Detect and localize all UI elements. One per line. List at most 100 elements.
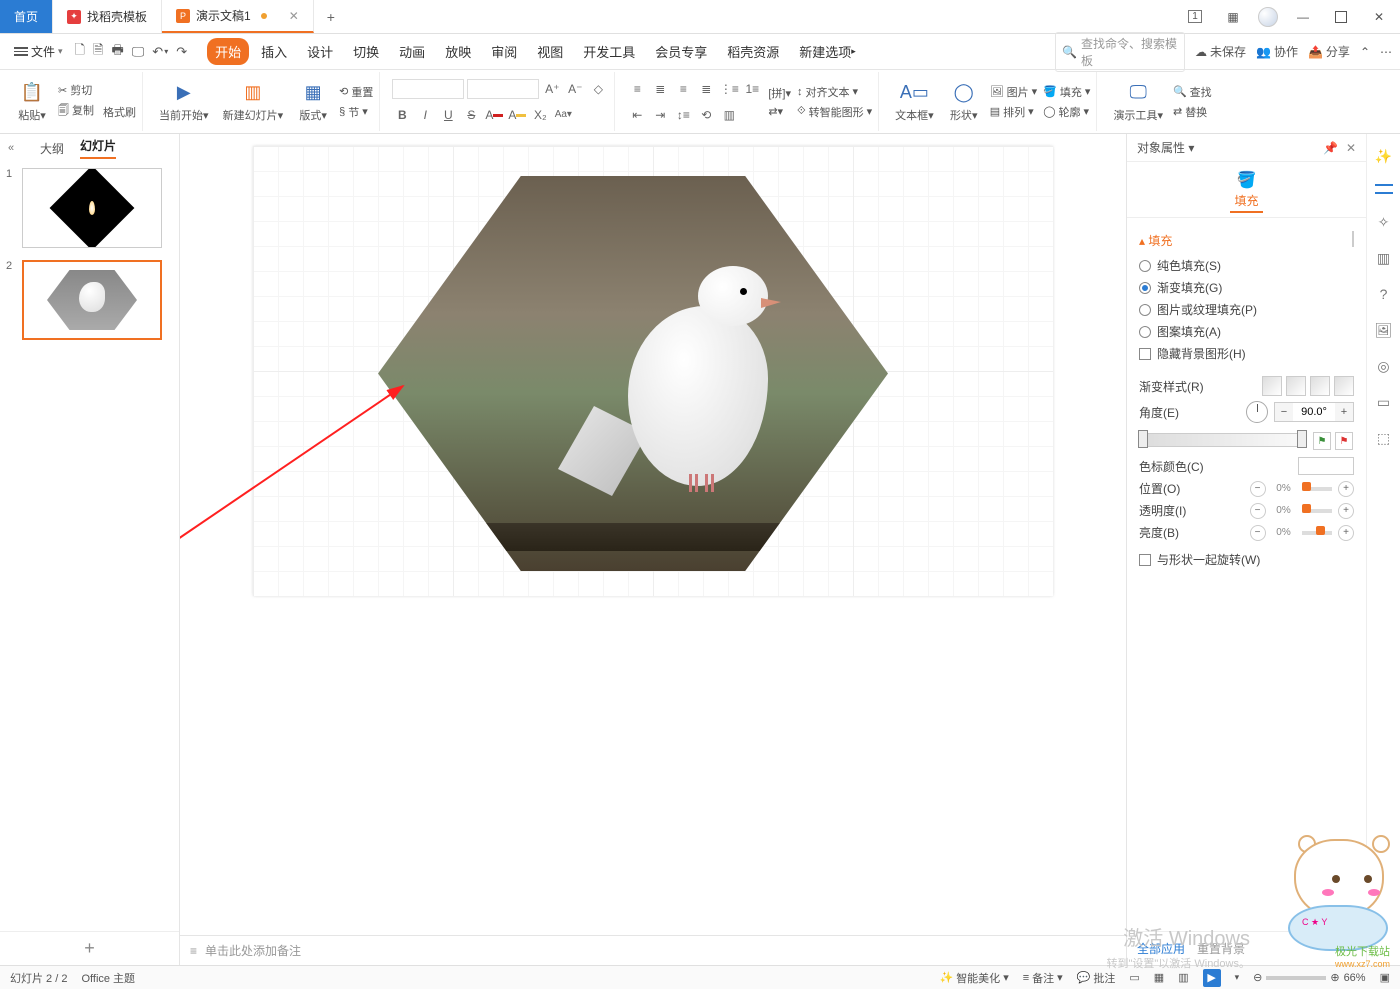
outline-button[interactable]: ◯ 轮廓▾ (1043, 104, 1090, 120)
gradient-stops-bar[interactable]: ⚑ ⚑ (1139, 433, 1306, 447)
bullets-icon[interactable]: ⋮≡ (719, 79, 739, 99)
shapes-button[interactable]: ◯形状▾ (944, 79, 984, 125)
close-pane-icon[interactable]: ✕ (1346, 141, 1356, 155)
textbox-button[interactable]: A▭文本框▾ (891, 79, 938, 125)
print-preview-icon[interactable]: 🖵 (132, 44, 145, 60)
copy-button[interactable]: 🗐 复制 (58, 102, 94, 121)
fill-preview[interactable] (1352, 231, 1354, 247)
menu-devtools[interactable]: 开发工具 (575, 38, 643, 65)
maximize-button[interactable] (1328, 5, 1354, 29)
menu-animation[interactable]: 动画 (391, 38, 433, 65)
layout-button[interactable]: ▦版式▾ (293, 79, 333, 125)
italic-button[interactable]: I (415, 105, 435, 125)
subscript-button[interactable]: X₂ (530, 105, 550, 125)
rail-location-icon[interactable]: ◎ (1374, 356, 1394, 376)
view-reading-icon[interactable]: ▥ (1178, 971, 1188, 984)
fill-section-header[interactable]: ▴ 填充 (1139, 232, 1354, 249)
close-window-button[interactable]: ✕ (1366, 5, 1392, 29)
tab-home[interactable]: 首页 (0, 0, 53, 33)
menu-member[interactable]: 会员专享 (647, 38, 715, 65)
collapse-ribbon-icon[interactable]: ⌃ (1360, 45, 1370, 59)
position-inc[interactable]: + (1338, 481, 1354, 497)
position-slider[interactable] (1302, 487, 1333, 491)
clear-format-icon[interactable]: ◇ (588, 79, 608, 99)
font-size-select[interactable] (467, 79, 539, 99)
tab-document[interactable]: P 演示文稿1 ✕ (162, 0, 314, 33)
change-case-button[interactable]: Aa▾ (553, 105, 573, 125)
zoom-control[interactable]: ⊖⊕ 66% (1253, 971, 1365, 984)
menu-review[interactable]: 审阅 (483, 38, 525, 65)
collapse-thumbnails-icon[interactable]: « (8, 142, 14, 154)
picture-button[interactable]: 🖼 图片▾ (990, 84, 1038, 100)
thumbnail-2[interactable]: 2 (6, 260, 173, 340)
font-color-button[interactable]: A (484, 105, 504, 125)
layout-limit-icon[interactable]: 1 (1182, 5, 1208, 29)
brightness-slider[interactable] (1302, 531, 1333, 535)
cut-button[interactable]: ✂ 剪切 (58, 82, 136, 98)
menu-slideshow[interactable]: 放映 (437, 38, 479, 65)
find-button[interactable]: 🔍 查找 (1173, 84, 1212, 100)
menu-start[interactable]: 开始 (207, 38, 249, 65)
fit-window-icon[interactable]: ▣ (1380, 971, 1390, 984)
underline-button[interactable]: U (438, 105, 458, 125)
fill-button[interactable]: 🪣 填充▾ (1043, 84, 1090, 100)
fill-tab-icon[interactable]: 🪣 (1237, 170, 1257, 190)
columns-icon[interactable]: ▥ (719, 105, 739, 125)
close-icon[interactable]: ✕ (289, 9, 299, 23)
print-icon[interactable]: 🖶 (111, 41, 123, 63)
rail-help-icon[interactable]: ? (1374, 284, 1394, 304)
apply-all-button[interactable]: 全部应用 (1137, 940, 1185, 957)
notes-toggle[interactable]: ≡备注▾ (1023, 970, 1063, 986)
tab-outline[interactable]: 大纲 (40, 140, 64, 157)
rail-ai-icon[interactable]: ✨ (1374, 146, 1394, 166)
menu-view[interactable]: 视图 (529, 38, 571, 65)
user-avatar[interactable] (1258, 7, 1278, 27)
font-family-select[interactable] (392, 79, 464, 99)
fill-gradient-option[interactable]: 渐变填充(G) (1139, 279, 1354, 296)
file-menu[interactable]: 文件▾ (8, 43, 69, 60)
rail-template-icon[interactable]: ▥ (1374, 248, 1394, 268)
slide-canvas[interactable] (253, 146, 1053, 596)
rail-image-icon[interactable]: 🖼 (1374, 320, 1394, 340)
remove-stop-icon[interactable]: ⚑ (1335, 432, 1353, 450)
transparency-inc[interactable]: + (1338, 503, 1354, 519)
share-button[interactable]: 📤 分享 (1308, 43, 1350, 60)
pin-icon[interactable]: 📌 (1323, 141, 1338, 155)
brightness-inc[interactable]: + (1338, 525, 1354, 541)
rotate-with-shape-option[interactable]: 与形状一起旋转(W) (1139, 551, 1354, 568)
fill-solid-option[interactable]: 纯色填充(S) (1139, 257, 1354, 274)
redo-icon[interactable]: ↷ (176, 44, 187, 60)
menu-resources[interactable]: 稻壳资源 (719, 38, 787, 65)
angle-stepper[interactable]: −+ (1274, 402, 1354, 422)
menu-insert[interactable]: 插入 (253, 38, 295, 65)
from-current-button[interactable]: ▶当前开始▾ (155, 79, 213, 125)
numbering-icon[interactable]: 1≡ (742, 79, 762, 99)
replace-button[interactable]: ⇄ 替换 (1173, 104, 1212, 120)
position-dec[interactable]: − (1250, 481, 1266, 497)
brightness-dec[interactable]: − (1250, 525, 1266, 541)
new-slide-button[interactable]: ▥新建幻灯片▾ (219, 79, 288, 125)
highlight-button[interactable]: A (507, 105, 527, 125)
gradient-style-picker[interactable] (1262, 376, 1354, 396)
tab-stops-button[interactable]: ⇄▾ (768, 105, 791, 118)
rail-layout-icon[interactable]: ▭ (1374, 392, 1394, 412)
unsaved-indicator[interactable]: ☁ 未保存 (1195, 43, 1246, 60)
align-left-icon[interactable]: ≡ (627, 79, 647, 99)
justify-icon[interactable]: ≣ (696, 79, 716, 99)
presentation-tools-button[interactable]: 🖵演示工具▾ (1109, 79, 1167, 125)
align-text-button[interactable]: ↕ 对齐文本▾ (797, 84, 872, 100)
hexagon-picture[interactable] (378, 176, 888, 571)
convert-smartart-button[interactable]: ⟐ 转智能图形▾ (797, 104, 872, 120)
angle-dial[interactable] (1246, 401, 1268, 423)
fill-pattern-option[interactable]: 图案填充(A) (1139, 323, 1354, 340)
new-tab-button[interactable]: + (314, 0, 348, 33)
line-spacing-icon[interactable]: ↕≡ (673, 105, 693, 125)
fill-picture-option[interactable]: 图片或纹理填充(P) (1139, 301, 1354, 318)
tab-slides[interactable]: 幻灯片 (80, 137, 116, 159)
menu-design[interactable]: 设计 (299, 38, 341, 65)
add-slide-button[interactable]: + (0, 931, 179, 965)
rail-properties-icon[interactable] (1375, 182, 1393, 196)
increase-indent-icon[interactable]: ⇥ (650, 105, 670, 125)
section-button[interactable]: § 节▾ (339, 104, 373, 120)
reset-button[interactable]: ⟲ 重置 (339, 84, 373, 100)
